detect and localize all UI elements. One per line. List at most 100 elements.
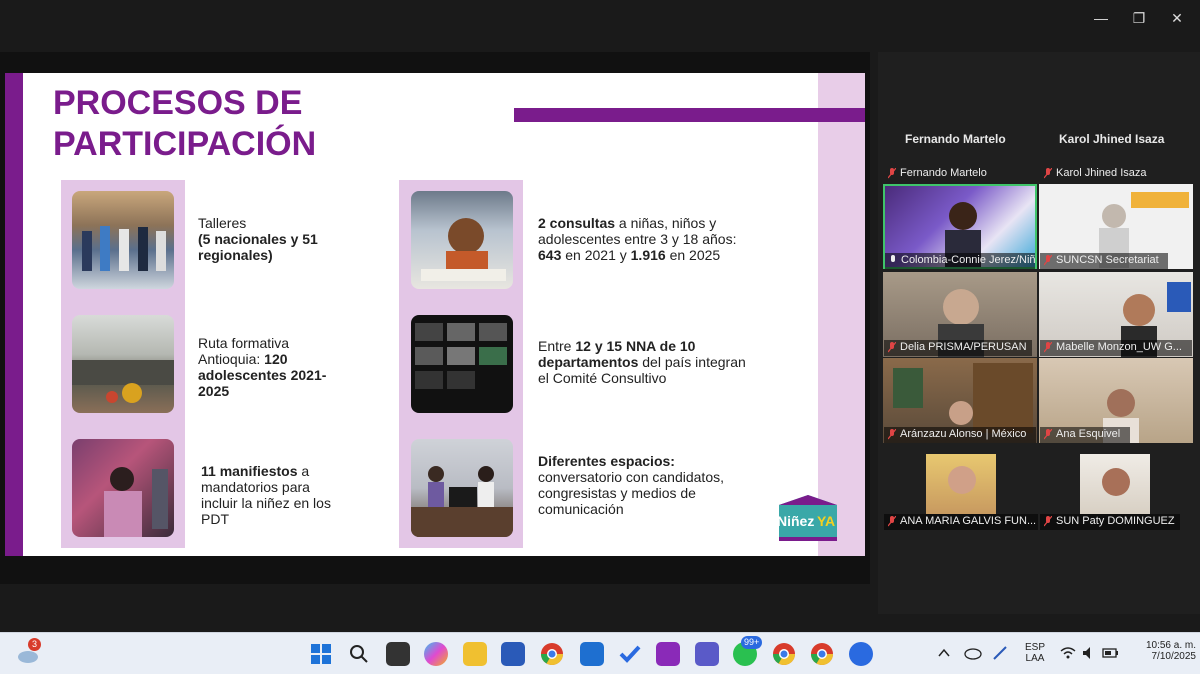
participant-label-6: Aránzazu Alonso | México xyxy=(900,428,1027,440)
outlook-icon[interactable] xyxy=(580,642,604,666)
minimize-icon[interactable]: — xyxy=(1091,8,1111,28)
mic-muted-icon xyxy=(1044,255,1052,266)
close-icon[interactable]: ✕ xyxy=(1167,8,1187,28)
participant-name-2: Colombia-Connie Jerez/Niñ... xyxy=(885,253,1035,269)
volume-icon[interactable] xyxy=(1081,645,1097,661)
slide-left-bar xyxy=(5,73,23,556)
participant-label-1: Karol Jhined Isaza xyxy=(1056,167,1147,179)
comite-text-a: Entre xyxy=(538,338,576,354)
mic-muted-icon xyxy=(888,168,896,179)
item-talleres-text: Talleres xyxy=(198,215,247,231)
gallery-header-right: Karol Jhined Isaza xyxy=(1059,132,1165,146)
item-talleres-bold: (5 nacionales y 51 regionales) xyxy=(198,231,318,263)
video-tile-8[interactable] xyxy=(926,454,996,514)
teams-icon[interactable] xyxy=(695,642,719,666)
onedrive-icon[interactable] xyxy=(964,645,982,661)
photo-talleres xyxy=(72,191,174,289)
mic-muted-icon xyxy=(1044,168,1052,179)
item-manifiestos-bold: 11 manifiestos xyxy=(201,463,298,479)
clock-time: 10:56 a. m. xyxy=(1145,640,1196,651)
item-espacios: Diferentes espacios: conversatorio con c… xyxy=(538,453,753,517)
video-tile-9[interactable] xyxy=(1080,454,1150,514)
photo-espacios xyxy=(411,439,513,537)
whatsapp-icon[interactable]: 99+ xyxy=(733,636,763,666)
word-icon[interactable] xyxy=(501,642,525,666)
whatsapp-badge: 99+ xyxy=(741,636,763,649)
input-language[interactable]: ESP LAA xyxy=(1022,642,1048,664)
slide-title: PROCESOS DE PARTICIPACIÓN xyxy=(53,83,383,165)
shared-slide: PROCESOS DE PARTICIPACIÓN Talleres (5 na… xyxy=(5,73,865,556)
espacios-text-a: conversatorio con candidatos, congresist… xyxy=(538,469,724,517)
ninez-ya-logo: Niñez YA xyxy=(773,493,843,543)
chrome-icon[interactable] xyxy=(540,642,564,666)
participant-name-1[interactable]: Karol Jhined Isaza xyxy=(1040,166,1151,182)
language-layout: LAA xyxy=(1025,653,1045,664)
weather-icon[interactable]: 3 xyxy=(16,638,41,666)
consultas-bold-b: 643 xyxy=(538,247,562,263)
photo-ruta-formativa xyxy=(72,315,174,413)
participant-name-3: SUNCSN Secretariat xyxy=(1040,253,1168,269)
title-line-2: PARTICIPACIÓN xyxy=(53,125,317,163)
windows-taskbar: 3 99+ ESP LAA 10:56 a. m. 7/10/2025 xyxy=(0,632,1200,674)
participant-label-8: ANA MARIA GALVIS FUN... xyxy=(900,515,1037,527)
item-consultas: 2 consultas a niñas, niños y adolescente… xyxy=(538,215,758,263)
file-explorer-icon[interactable] xyxy=(463,642,487,666)
participant-name-9: SUN Paty DOMINGUEZ xyxy=(1040,514,1180,530)
participant-label-0: Fernando Martelo xyxy=(900,167,987,179)
gallery-header-left: Fernando Martelo xyxy=(905,132,1006,146)
language-code: ESP xyxy=(1024,642,1045,653)
item-ruta: Ruta formativa Antioquia: 120 adolescent… xyxy=(198,335,343,399)
photo-comite-consultivo xyxy=(411,315,513,413)
participant-name-6: Aránzazu Alonso | México xyxy=(884,427,1036,443)
search-icon[interactable] xyxy=(347,642,371,666)
slide-stripe xyxy=(514,108,865,122)
consultas-bold-c: 1.916 xyxy=(630,247,666,263)
start-icon[interactable] xyxy=(309,642,333,666)
task-view-icon[interactable] xyxy=(386,642,410,666)
chrome-profile-icon[interactable] xyxy=(772,642,796,666)
battery-icon[interactable] xyxy=(1102,645,1120,661)
slide-right-bar xyxy=(818,73,865,556)
logo-text-ya: YA xyxy=(817,513,836,529)
consultas-bold-a: 2 consultas xyxy=(538,215,616,231)
item-talleres: Talleres (5 nacionales y 51 regionales) xyxy=(198,215,343,263)
clock-date: 7/10/2025 xyxy=(1151,651,1197,662)
chevron-up-icon[interactable] xyxy=(936,645,952,661)
participant-name-0[interactable]: Fernando Martelo xyxy=(884,166,991,182)
restore-icon[interactable]: ❐ xyxy=(1129,8,1149,28)
onenote-icon[interactable] xyxy=(656,642,680,666)
chrome-profile-2-icon[interactable] xyxy=(810,642,834,666)
photo-consultas xyxy=(411,191,513,289)
zoom-icon[interactable] xyxy=(849,642,873,666)
mic-unmuted-icon xyxy=(891,255,895,262)
participant-label-3: SUNCSN Secretariat xyxy=(1056,254,1159,266)
pen-icon[interactable] xyxy=(992,645,1010,661)
mic-muted-icon xyxy=(1044,429,1052,440)
weather-badge: 3 xyxy=(28,638,41,651)
todo-icon[interactable] xyxy=(618,642,642,666)
consultas-text-b: en 2021 y xyxy=(561,247,631,263)
consultas-text-c: en 2025 xyxy=(665,247,721,263)
item-comite: Entre 12 y 15 NNA de 10 departamentos de… xyxy=(538,338,758,386)
participant-name-8: ANA MARIA GALVIS FUN... xyxy=(884,514,1038,530)
mic-muted-icon xyxy=(1044,516,1052,527)
title-line-1: PROCESOS DE xyxy=(53,84,303,122)
clock[interactable]: 10:56 a. m. 7/10/2025 xyxy=(1128,640,1196,662)
participant-label-5: Mabelle Monzon_UW G... xyxy=(1056,341,1182,353)
copilot-icon[interactable] xyxy=(424,642,448,666)
logo-text-ninez: Niñez xyxy=(777,513,815,529)
participant-name-7: Ana Esquivel xyxy=(1040,427,1130,443)
participant-label-9: SUN Paty DOMINGUEZ xyxy=(1056,515,1175,527)
title-bar: — ❐ ✕ xyxy=(0,0,1200,36)
wifi-icon[interactable] xyxy=(1060,645,1076,661)
item-manifiestos: 11 manifiestos a mandatorios para inclui… xyxy=(201,463,349,527)
participant-label-4: Delia PRISMA/PERUSAN xyxy=(900,341,1027,353)
mic-muted-icon xyxy=(888,342,896,353)
participant-name-5: Mabelle Monzon_UW G... xyxy=(1040,340,1192,356)
participant-label-2: Colombia-Connie Jerez/Niñ... xyxy=(901,254,1035,266)
mic-muted-icon xyxy=(1044,342,1052,353)
mic-muted-icon xyxy=(888,516,896,527)
zoom-window: — ❐ ✕ PROCESOS DE PARTICIPACIÓN Talleres… xyxy=(0,0,1200,632)
participant-label-7: Ana Esquivel xyxy=(1056,428,1121,440)
mic-muted-icon xyxy=(888,429,896,440)
